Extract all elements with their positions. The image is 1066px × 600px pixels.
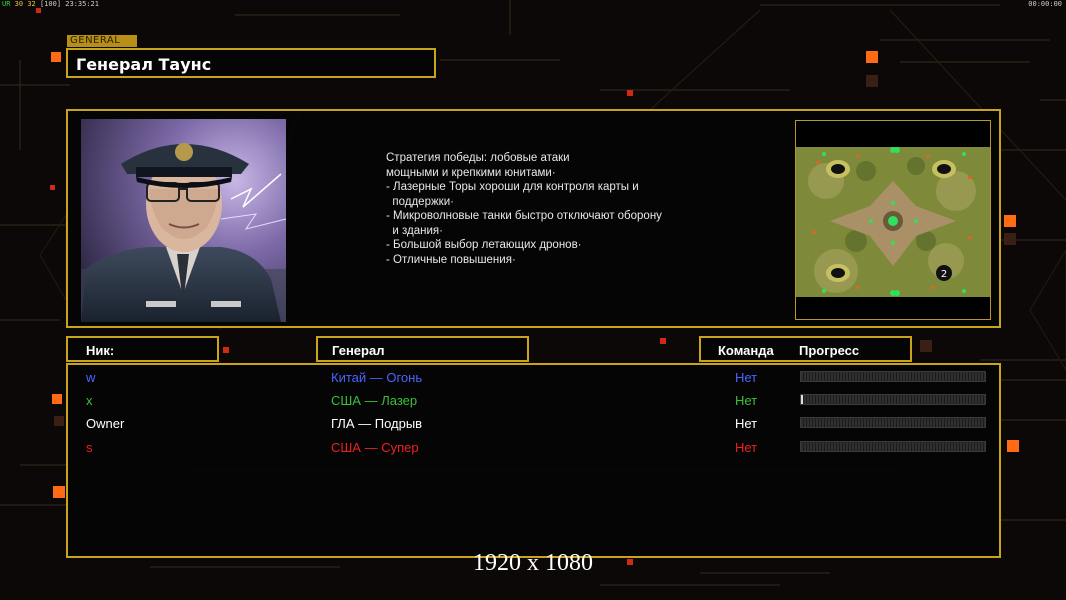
header-team-progress: Команда Прогресс [699, 336, 912, 362]
player-row: s США — Супер Нет [68, 437, 999, 459]
player-team: Нет [735, 440, 758, 455]
strategy-line: поддержки· [386, 195, 454, 208]
player-general: ГЛА — Подрыв [331, 416, 423, 431]
player-row: x США — Лазер Нет [68, 390, 999, 412]
strategy-line: мощными и крепкими юнитами· [386, 166, 556, 179]
player-team: Нет [735, 370, 758, 385]
hud-stats: UR 30 32 [100] 23:35:21 [2, 0, 99, 8]
map-player-marker: 2 [941, 269, 947, 280]
players-panel: w Китай — Огонь Нет x США — Лазер Нет Ow… [66, 363, 1001, 558]
hud-timer: 00:00:00 [1028, 0, 1062, 8]
player-row: w Китай — Огонь Нет [68, 367, 999, 389]
player-row: Owner ГЛА — Подрыв Нет [68, 413, 999, 435]
header-nick: Ник: [66, 336, 219, 362]
player-general: Китай — Огонь [331, 370, 423, 385]
header-team-label: Команда [718, 343, 774, 358]
strategy-line: - Отличные повышения· [386, 253, 516, 266]
hud-stat-2: 32 [27, 0, 36, 8]
player-progress-bar [800, 417, 986, 428]
header-general-label: Генерал [332, 343, 385, 358]
general-name: Генерал Таунс [76, 55, 212, 74]
map-preview: 2 [795, 120, 991, 320]
strategy-line: - Микроволновые танки быстро отключают о… [386, 210, 662, 222]
strategy-line: и здания· [386, 224, 443, 237]
player-progress-bar [800, 394, 986, 405]
player-general: США — Супер [331, 440, 419, 455]
player-team: Нет [735, 393, 758, 408]
player-nick: Owner [86, 416, 125, 431]
hud-stat-1: 30 [14, 0, 24, 8]
player-general: США — Лазер [331, 393, 418, 408]
general-tag: GENERAL [67, 35, 137, 47]
strategy-line: Стратегия победы: лобовые атаки [386, 152, 570, 164]
resolution-label: 1920 x 1080 [473, 550, 593, 576]
strategy-description: Стратегия победы: лобовые атаки мощными … [386, 151, 716, 267]
player-nick: x [86, 393, 93, 408]
hud-stat-3: [100] [39, 0, 62, 8]
player-nick: w [86, 370, 96, 385]
strategy-line: - Лазерные Торы хороши для контроля карт… [386, 181, 639, 193]
player-progress-bar [800, 371, 986, 382]
header-general: Генерал [316, 336, 529, 362]
player-progress-fill [801, 395, 803, 404]
strategy-line: - Большой выбор летающих дронов· [386, 239, 582, 251]
header-progress-label: Прогресс [799, 343, 860, 358]
hud-clock: 23:35:21 [65, 0, 99, 8]
general-info-panel: Стратегия победы: лобовые атаки мощными … [66, 109, 1001, 328]
hud-stat-ur: UR [2, 0, 11, 8]
player-nick: s [86, 440, 93, 455]
header-nick-label: Ник: [86, 343, 115, 358]
player-progress-bar [800, 441, 986, 452]
player-team: Нет [735, 416, 758, 431]
general-portrait [81, 119, 286, 322]
general-name-box: Генерал Таунс [66, 48, 436, 78]
